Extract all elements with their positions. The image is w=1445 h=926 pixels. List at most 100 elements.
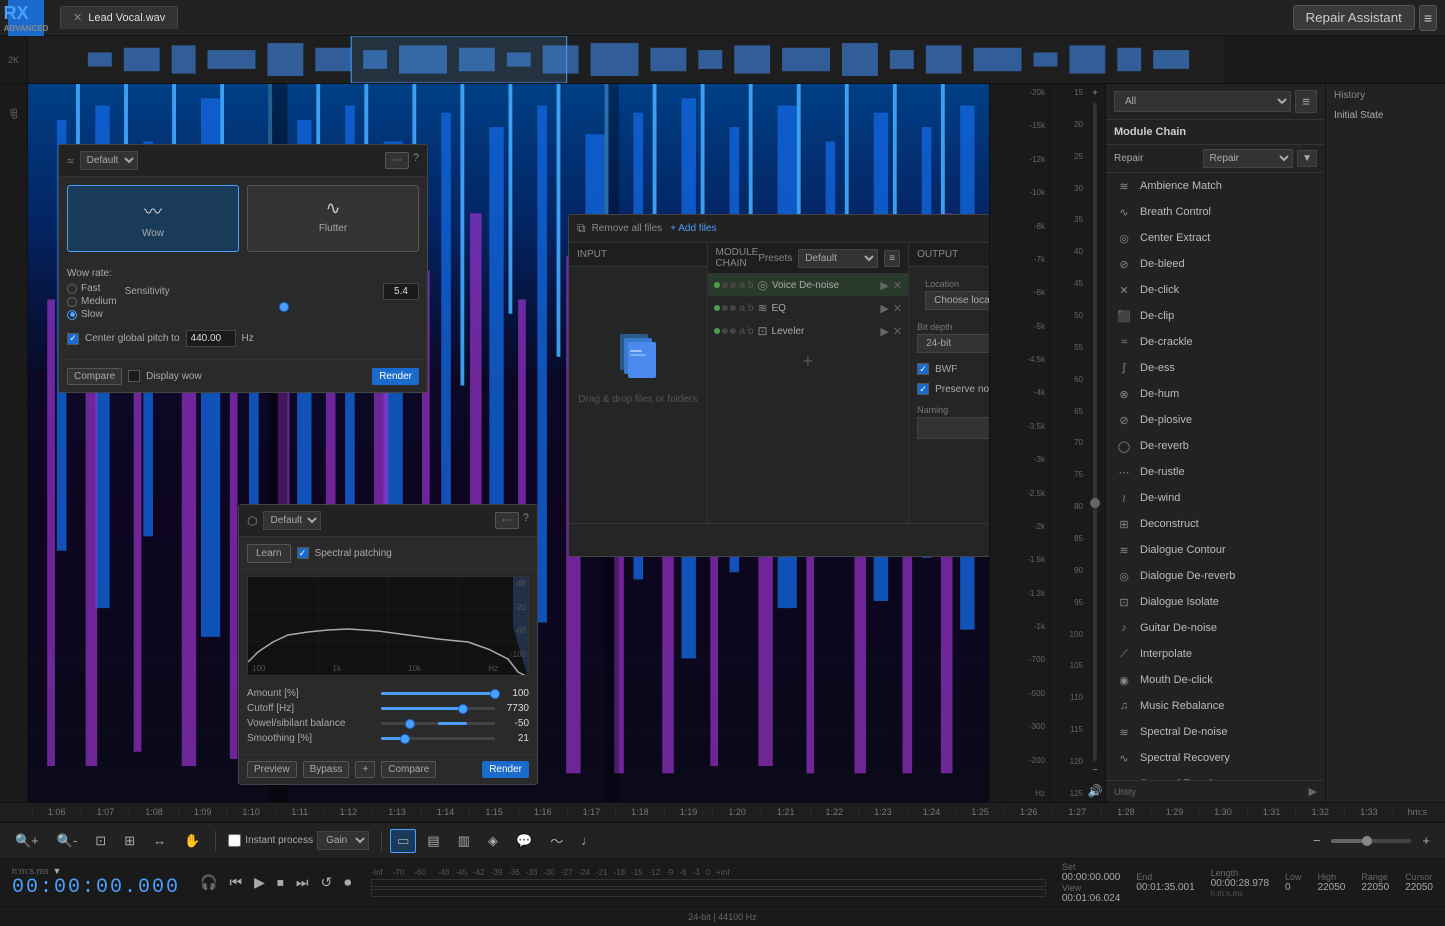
spectral-preset-select[interactable]: Default	[263, 511, 321, 530]
spectral-amount-thumb[interactable]	[490, 689, 500, 699]
module-item-breath-control[interactable]: ∿ Breath Control	[1106, 199, 1325, 225]
module-item-dialogue-dereverb[interactable]: ◎ Dialogue De-reverb	[1106, 563, 1325, 589]
spectrogram-area[interactable]: ≈ Default ⋯ ? 〰 Wow ∿ Flutte	[28, 84, 989, 802]
spectral-compare-btn[interactable]: Compare	[381, 761, 436, 778]
spectral-settings-btn[interactable]: ⋯	[495, 512, 519, 529]
spectral-vowel-slider[interactable]	[381, 722, 495, 725]
wow-rate-medium[interactable]: Medium	[67, 296, 117, 307]
module-item-de-crackle[interactable]: ≈ De-crackle	[1106, 329, 1325, 355]
wow-help-icon[interactable]: ?	[413, 152, 419, 169]
zoom-sel-tool[interactable]: ⊞	[117, 829, 142, 853]
hand-tool[interactable]: ✋	[177, 829, 207, 853]
wow-preset-select[interactable]: Default	[80, 151, 138, 170]
main-tab[interactable]: ✕ Lead Vocal.wav	[60, 6, 178, 29]
spectral-learn-btn[interactable]: Learn	[247, 544, 291, 563]
freq-select-tool[interactable]: ▤	[420, 829, 446, 853]
chain-item-leveler[interactable]: a b ⊡ Leveler ▶ ✕	[708, 320, 909, 343]
zoom-fit-tool[interactable]: ⊡	[88, 829, 113, 853]
wow-center-pitch-input[interactable]	[186, 330, 236, 347]
module-item-spectral-recovery[interactable]: ∿ Spectral Recovery	[1106, 745, 1325, 771]
chain-item-voice-denoise[interactable]: a b ◎ Voice De-noise ▶ ✕	[708, 274, 909, 297]
chain-item-eq-remove[interactable]: ✕	[893, 302, 902, 315]
module-item-de-clip[interactable]: ⬛ De-clip	[1106, 303, 1325, 329]
wow-render-btn[interactable]: Render	[372, 368, 419, 385]
spectral-bypass-btn[interactable]: Bypass	[303, 761, 350, 778]
module-item-center-extract[interactable]: ◎ Center Extract	[1106, 225, 1325, 251]
spectral-amount-slider[interactable]	[381, 692, 495, 695]
waveform-tool[interactable]: 〜	[543, 827, 570, 854]
zoom-in-tool[interactable]: 🔍+	[8, 829, 46, 853]
mark-tool[interactable]: ◈	[481, 829, 505, 853]
chain-item-voice-remove[interactable]: ✕	[893, 279, 902, 292]
gain-select[interactable]: Gain	[317, 831, 369, 850]
module-item-spectral-denoise[interactable]: ≋ Spectral De-noise	[1106, 719, 1325, 745]
batch-bwf-checkbox[interactable]	[917, 363, 929, 375]
batch-presets-select[interactable]: Default	[798, 249, 878, 268]
chain-add-btn[interactable]: +	[708, 343, 909, 380]
batch-chain-menu-btn[interactable]: ≡	[884, 250, 900, 267]
spectral-preview-btn[interactable]: Preview	[247, 761, 297, 778]
batch-bitdepth-select[interactable]: 24-bit	[917, 334, 989, 353]
module-item-de-plosive[interactable]: ⊘ De-plosive	[1106, 407, 1325, 433]
menu-icon[interactable]: ≡	[1419, 5, 1437, 31]
repair-menu-btn[interactable]: ▼	[1297, 150, 1317, 167]
batch-remove-all[interactable]: Remove all files	[592, 223, 663, 234]
speaker-icon[interactable]: 🔊	[1088, 784, 1103, 798]
vertical-zoom-slider[interactable]	[1093, 103, 1097, 761]
loop-btn[interactable]: ↺	[316, 870, 336, 895]
stop-btn[interactable]: ⏹	[273, 870, 288, 895]
batch-preserve-checkbox[interactable]	[917, 383, 929, 395]
wow-rate-slow-radio[interactable]	[67, 310, 77, 320]
chain-item-expand-icon[interactable]: ▶	[880, 279, 888, 292]
wow-compare-btn[interactable]: Compare	[67, 368, 122, 385]
waveform-overview[interactable]: 2K	[0, 36, 1445, 84]
wow-display-checkbox[interactable]	[128, 370, 140, 382]
wow-tab-wow[interactable]: 〰 Wow	[67, 185, 239, 252]
module-item-guitar-denoise[interactable]: ♪ Guitar De-noise	[1106, 615, 1325, 641]
module-item-deconstruct[interactable]: ⊞ Deconstruct	[1106, 511, 1325, 537]
timecode-sort-icon[interactable]: ▼	[53, 866, 62, 876]
spectral-cutoff-slider[interactable]	[381, 707, 495, 710]
chain-item-eq[interactable]: a b ≋ EQ ▶ ✕	[708, 297, 909, 320]
wow-rate-medium-radio[interactable]	[67, 297, 77, 307]
spectral-vowel-thumb[interactable]	[405, 719, 415, 729]
module-item-de-click[interactable]: ✕ De-click	[1106, 277, 1325, 303]
select-tool[interactable]: ▭	[390, 829, 416, 853]
wow-tab-flutter[interactable]: ∿ Flutter	[247, 185, 419, 252]
right-panel-collapse-btn[interactable]: ▶	[1309, 785, 1317, 798]
spectral-smoothing-slider[interactable]	[381, 737, 495, 740]
play-btn[interactable]: ▶	[250, 870, 269, 895]
wow-sensitivity-thumb[interactable]	[279, 302, 289, 312]
scroll-tool[interactable]: ↔	[146, 829, 173, 852]
zoom-slider[interactable]	[1331, 839, 1411, 843]
headphones-btn[interactable]: 🎧	[196, 870, 221, 895]
module-item-music-rebalance[interactable]: ♫ Music Rebalance	[1106, 693, 1325, 719]
vertical-zoom-thumb[interactable]	[1090, 498, 1100, 508]
batch-location-select[interactable]: Choose location...	[925, 291, 989, 310]
module-item-de-ess[interactable]: ∫ De-ess	[1106, 355, 1325, 381]
midi-tool[interactable]: ♩	[574, 829, 601, 852]
batch-output-add[interactable]: +	[909, 445, 989, 513]
module-item-dialogue-contour[interactable]: ≋ Dialogue Contour	[1106, 537, 1325, 563]
repair-assistant-button[interactable]: Repair Assistant	[1293, 5, 1415, 30]
time-select-tool[interactable]: ▥	[451, 829, 477, 853]
repair-category-select[interactable]: Repair	[1203, 149, 1294, 168]
wow-rate-fast-radio[interactable]	[67, 284, 77, 294]
module-item-de-wind[interactable]: ≀ De-wind	[1106, 485, 1325, 511]
zoom-out-tool[interactable]: 🔍-	[50, 829, 85, 853]
module-item-interpolate[interactable]: ⟋ Interpolate	[1106, 641, 1325, 667]
zoom-minus-btn[interactable]: −	[1306, 829, 1328, 852]
zoom-plus-btn[interactable]: +	[1415, 829, 1437, 852]
return-btn[interactable]: ⏮	[225, 870, 246, 895]
chain-item-leveler-remove[interactable]: ✕	[893, 325, 902, 338]
tab-close-icon[interactable]: ✕	[73, 11, 82, 24]
wow-settings-btn[interactable]: ⋯	[385, 152, 409, 169]
module-item-de-reverb[interactable]: ◯ De-reverb	[1106, 433, 1325, 459]
batch-add-files[interactable]: + Add files	[670, 223, 716, 234]
module-item-de-rustle[interactable]: ⋯ De-rustle	[1106, 459, 1325, 485]
batch-drop-zone[interactable]: Drag & drop files or folders	[569, 267, 707, 467]
next-btn[interactable]: ⏭	[292, 870, 313, 895]
spectral-help-icon[interactable]: ?	[523, 512, 529, 529]
history-initial-state[interactable]: Initial State	[1334, 107, 1437, 124]
spectral-render-btn[interactable]: Render	[482, 761, 529, 778]
